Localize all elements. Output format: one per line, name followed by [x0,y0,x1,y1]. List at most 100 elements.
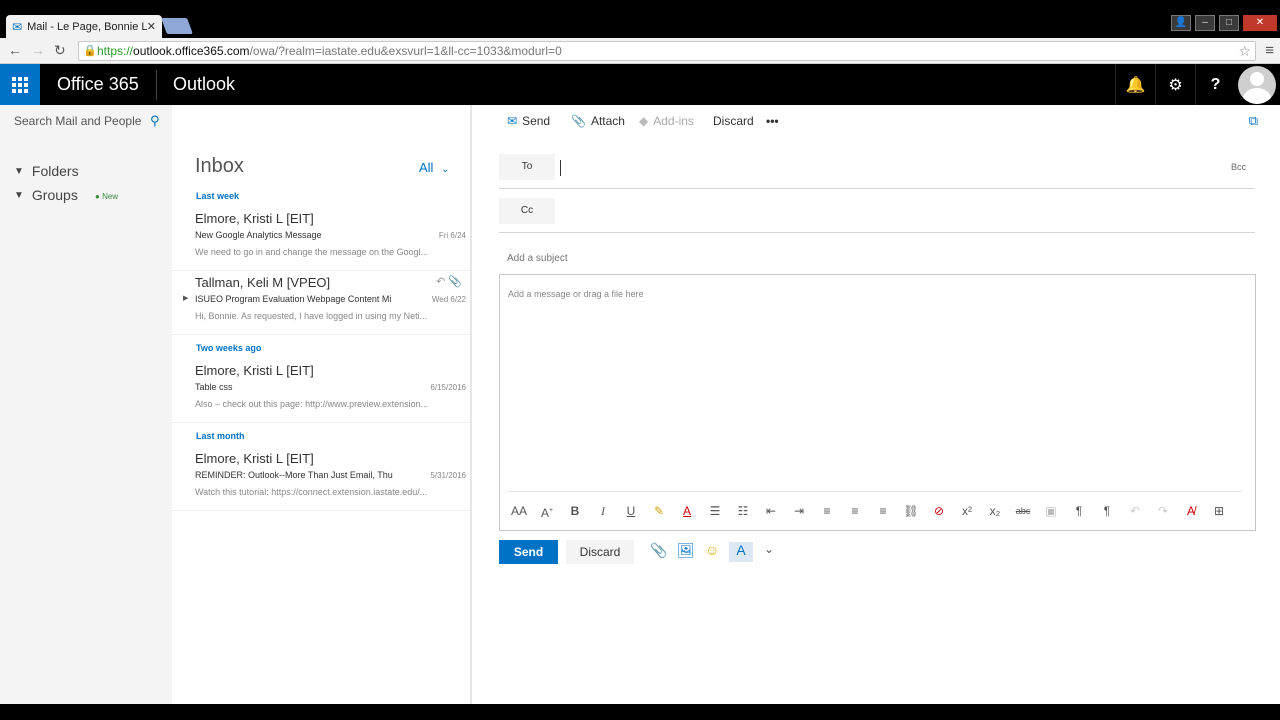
to-underline [499,188,1255,189]
strikethrough-icon[interactable]: abc [1012,501,1034,521]
new-tab-button[interactable] [161,18,193,34]
group-header: Last week [196,191,240,201]
align-center-icon[interactable]: ≡ [844,501,866,521]
maximize-icon[interactable]: □ [1219,15,1239,31]
chevron-down-icon: ▼ [14,165,24,177]
format-options-icon[interactable]: A [729,542,753,562]
forward-arrow-icon[interactable]: → [31,42,45,58]
message-preview: Hi, Bonnie. As requested, I have logged … [195,311,428,321]
bookmark-star-icon[interactable]: ☆ [1238,42,1251,60]
message-body-editor[interactable]: Add a message or drag a file here A͏A A+… [499,274,1256,531]
tab-title: Mail - Le Page, Bonnie L [27,20,147,33]
table-icon[interactable]: ⊞ [1208,501,1230,521]
send-command[interactable]: ✉ Send [507,114,550,128]
more-options-icon[interactable]: ••• [766,114,779,128]
insert-image-icon[interactable]: ▣ [1040,501,1062,521]
formatting-toolbar: A͏A A+ B I U ✎ A ☰ ☷ ⇤ ⇥ ≡ ≡ ≡ ⛓ ⊘ x² x₂… [508,501,1248,521]
new-badge: ● New [95,192,119,201]
redo-icon[interactable]: ↷ [1152,501,1174,521]
message-sender: Elmore, Kristi L [EIT] [195,211,314,226]
decrease-indent-icon[interactable]: ⇤ [760,501,782,521]
align-right-icon[interactable]: ≡ [872,501,894,521]
message-list: Inbox All ⌄ Last week Elmore, Kristi L [… [172,105,470,704]
ltr-icon[interactable]: ¶ [1068,501,1090,521]
filter-dropdown[interactable]: All ⌄ [419,160,449,175]
emoji-icon[interactable]: ☺ [705,542,719,558]
send-button[interactable]: Send [499,540,558,564]
message-item[interactable]: Elmore, Kristi L [EIT] Table css 6/15/20… [172,359,470,423]
gear-icon[interactable]: ⚙ [1155,64,1195,105]
numbering-icon[interactable]: ☷ [732,501,754,521]
insert-picture-icon[interactable]: 🖼 [677,542,695,559]
send-command-label: Send [522,114,551,128]
message-item[interactable]: ▶ Tallman, Keli M [VPEO] ↶ 📎 ISUEO Progr… [172,271,470,335]
app-launcher-icon[interactable] [0,64,40,105]
attach-command[interactable]: 📎 Attach [571,114,625,128]
message-subject: ISUEO Program Evaluation Webpage Content… [195,294,392,304]
superscript-icon[interactable]: x² [956,501,978,521]
addins-command-label: Add-ins [653,114,694,128]
search-icon[interactable]: ⚲ [150,113,160,129]
chevron-down-icon[interactable]: ⌄ [764,542,774,556]
help-icon[interactable]: ? [1195,64,1235,105]
avatar[interactable] [1238,66,1276,104]
subscript-icon[interactable]: x₂ [984,501,1006,521]
discard-command[interactable]: Discard [713,114,754,128]
send-icon: ✉ [507,114,518,128]
underline-icon[interactable]: U [620,501,642,521]
message-preview: Also – check out this page: http://www.p… [195,399,429,409]
align-left-icon[interactable]: ≡ [816,501,838,521]
link-icon[interactable]: ⛓ [900,501,922,521]
italic-icon[interactable]: I [592,501,614,521]
reload-icon[interactable]: ↻ [54,42,66,59]
bell-icon[interactable]: 🔔 [1115,64,1155,105]
back-arrow-icon[interactable]: ← [8,42,22,58]
increase-indent-icon[interactable]: ⇥ [788,501,810,521]
nav-groups-label: Groups [31,187,78,203]
cc-button[interactable]: Cc [499,198,555,224]
message-date: Wed 6/22 [431,295,466,304]
browser-tab-mail[interactable]: ✉ Mail - Le Page, Bonnie L ✕ [6,15,162,38]
addins-command[interactable]: ◆ Add-ins [639,114,694,128]
font-color-icon[interactable]: A [676,501,698,521]
nav-groups[interactable]: ▼ Groups [14,187,78,203]
cc-underline [499,232,1255,233]
browser-menu-icon[interactable]: ≡ [1265,42,1274,59]
font-size-icon[interactable]: A͏A [508,501,530,521]
close-tab-icon[interactable]: ✕ [147,20,156,33]
addins-icon: ◆ [639,114,649,128]
url-scheme: https:// [97,44,134,58]
paperclip-icon[interactable]: 📎 [650,542,667,559]
discard-button[interactable]: Discard [566,540,634,564]
close-window-icon[interactable]: ✕ [1243,15,1277,31]
popout-icon[interactable]: ⧉ [1249,113,1258,129]
address-bar[interactable]: 🔒 https://outlook.office365.com/owa/?rea… [78,41,1256,61]
highlight-icon[interactable]: ✎ [648,501,670,521]
to-button[interactable]: To [499,154,555,180]
user-profile-icon[interactable]: 👤 [1171,15,1191,31]
search-input[interactable]: Search Mail and People [14,114,141,128]
remove-link-icon[interactable]: ⊘ [928,501,950,521]
mail-workspace: Search Mail and People ⚲ ▼ Folders ▼ Gro… [0,105,1280,704]
subject-field[interactable] [507,250,1207,266]
minimize-icon[interactable]: – [1195,15,1215,31]
message-item[interactable]: Elmore, Kristi L [EIT] New Google Analyt… [172,207,470,271]
brand-title[interactable]: Office 365 [57,74,139,95]
expand-thread-icon[interactable]: ▶ [183,294,188,302]
rtl-icon[interactable]: ¶ [1096,501,1118,521]
bcc-button[interactable]: Bcc [1231,162,1246,172]
message-preview: We need to go in and change the message … [195,247,428,257]
message-subject: REMINDER: Outlook--More Than Just Email,… [195,470,393,480]
app-name[interactable]: Outlook [173,74,235,95]
message-item[interactable]: Elmore, Kristi L [EIT] REMINDER: Outlook… [172,447,470,511]
undo-icon[interactable]: ↶ [1124,501,1146,521]
message-sender: Elmore, Kristi L [EIT] [195,451,314,466]
compose-command-bar: ✉ Send 📎 Attach ◆ Add-ins Discard ••• ⧉ [472,105,1280,137]
bold-icon[interactable]: B [564,501,586,521]
to-field[interactable] [560,160,1200,176]
grow-font-icon[interactable]: A+ [536,501,558,521]
filter-label: All [419,160,434,175]
nav-folders[interactable]: ▼ Folders [14,163,79,179]
clear-format-icon[interactable]: A̸ [1180,501,1202,521]
bullets-icon[interactable]: ☰ [704,501,726,521]
